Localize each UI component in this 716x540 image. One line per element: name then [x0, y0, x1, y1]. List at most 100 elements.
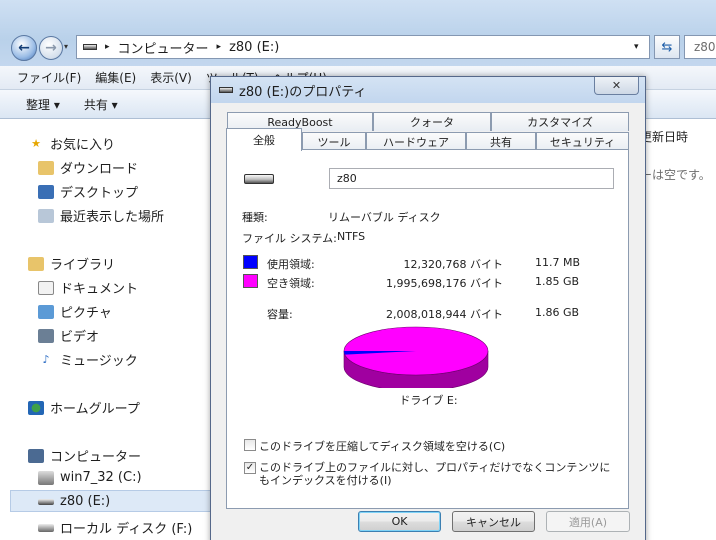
breadcrumb-drive[interactable]: z80 (E:) [229, 40, 279, 55]
desktop-icon [38, 184, 54, 199]
nav-documents[interactable]: ドキュメント [38, 278, 138, 297]
local-disk-icon [38, 523, 54, 532]
column-header-modified-date[interactable]: 更新日時 [640, 128, 688, 145]
address-bar[interactable]: ▸ コンピューター ▸ z80 (E:) [76, 35, 650, 59]
nav-label: デスクトップ [60, 186, 139, 201]
nav-label: win7_32 (C:) [60, 470, 142, 485]
recent-pages-dropdown-icon[interactable]: ▾ [64, 42, 68, 51]
nav-label: ダウンロード [60, 162, 139, 177]
separator [239, 297, 612, 298]
videos-icon [38, 328, 54, 343]
compress-checkbox[interactable] [244, 439, 256, 451]
address-dropdown-icon[interactable]: ▾ [634, 42, 639, 52]
free-space-size: 1.85 GB [535, 275, 580, 288]
nav-drive-e[interactable]: z80 (E:) [38, 494, 110, 509]
dialog-title: z80 (E:)のプロパティ [239, 84, 367, 100]
capacity-bytes: 2,008,018,944 バイト [386, 308, 503, 321]
refresh-button[interactable]: ⇆ [654, 35, 680, 59]
pictures-icon [38, 304, 54, 319]
separator [239, 409, 612, 410]
properties-dialog: z80 (E:)のプロパティ ✕ ReadyBoost クォータ カスタマイズ … [210, 76, 646, 540]
nav-recent-places[interactable]: 最近表示した場所 [38, 206, 164, 225]
nav-label: ビデオ [60, 330, 100, 345]
nav-libraries[interactable]: ライブラリ [28, 254, 115, 273]
apply-button[interactable]: 適用(A) [546, 511, 630, 532]
breadcrumb-separator[interactable]: ▸ [217, 42, 222, 52]
back-arrow-icon: ← [18, 40, 30, 56]
tab-customize[interactable]: カスタマイズ [491, 112, 629, 131]
used-space-bytes: 12,320,768 バイト [403, 258, 503, 271]
free-space-label: 空き領域: [267, 277, 315, 290]
nav-label: ライブラリ [50, 258, 116, 273]
used-space-swatch [243, 255, 258, 269]
menu-file[interactable]: ファイル(F) [17, 69, 81, 86]
nav-downloads[interactable]: ダウンロード [38, 158, 138, 177]
menu-view[interactable]: 表示(V) [150, 69, 192, 86]
nav-label: ミュージック [60, 354, 138, 369]
nav-label: ローカル ディスク (F:) [60, 522, 193, 537]
close-button[interactable]: ✕ [594, 77, 639, 95]
homegroup-icon [28, 400, 44, 415]
type-value: リムーバブル ディスク [328, 211, 441, 224]
nav-desktop[interactable]: デスクトップ [38, 182, 138, 201]
forward-arrow-icon: → [45, 40, 57, 56]
drive-icon [83, 44, 97, 50]
nav-videos[interactable]: ビデオ [38, 326, 99, 345]
separator [239, 247, 612, 248]
documents-icon [38, 280, 54, 295]
forward-button[interactable]: → [39, 36, 63, 60]
system-drive-icon [38, 470, 54, 485]
used-space-label: 使用領域: [267, 258, 315, 271]
index-checkbox[interactable]: ✓ [244, 462, 256, 474]
organize-button[interactable]: 整理 ▾ [26, 96, 60, 113]
share-button[interactable]: 共有 ▾ [84, 96, 118, 113]
nav-label: ドキュメント [60, 282, 139, 297]
nav-label: コンピューター [50, 450, 142, 465]
nav-computer[interactable]: コンピューター [28, 446, 141, 465]
back-button[interactable]: ← [11, 35, 37, 61]
search-input[interactable]: z80 [684, 35, 716, 59]
file-system-label: ファイル システム: [242, 232, 337, 245]
removable-drive-icon [38, 498, 54, 505]
free-space-swatch [243, 274, 258, 288]
empty-folder-message: ーは空です。 [640, 168, 711, 182]
nav-homegroup[interactable]: ホームグループ [28, 398, 140, 417]
nav-music[interactable]: ♪ ミュージック [38, 350, 138, 370]
refresh-icon: ⇆ [661, 39, 673, 55]
computer-icon [28, 448, 44, 463]
drive-label: ドライブ E: [399, 394, 458, 407]
nav-label: z80 (E:) [60, 494, 111, 509]
nav-pictures[interactable]: ピクチャ [38, 302, 112, 321]
ok-button[interactable]: OK [358, 511, 441, 532]
nav-label: 最近表示した場所 [60, 210, 165, 225]
type-label: 種類: [242, 211, 268, 224]
close-icon: ✕ [611, 79, 622, 92]
tab-quota[interactable]: クォータ [373, 112, 491, 131]
drive-icon [219, 87, 233, 93]
free-space-bytes: 1,995,698,176 バイト [386, 277, 503, 290]
nav-label: ホームグループ [50, 402, 140, 417]
menu-edit[interactable]: 編集(E) [95, 69, 136, 86]
music-note-icon: ♪ [42, 352, 50, 366]
recent-places-icon [38, 208, 54, 223]
index-label[interactable]: このドライブ上のファイルに対し、プロパティだけでなくコンテンツにもインデックスを… [259, 461, 611, 487]
tab-general[interactable]: 全般 [226, 128, 302, 151]
capacity-label: 容量: [267, 308, 293, 321]
breadcrumb-separator[interactable]: ▸ [105, 42, 110, 52]
library-icon [28, 256, 44, 271]
disk-usage-pie-chart [343, 326, 489, 388]
downloads-folder-icon [38, 160, 54, 175]
nav-drive-f[interactable]: ローカル ディスク (F:) [38, 518, 192, 537]
navigation-pane: ★ お気に入り ダウンロード デスクトップ 最近表示した場所 ライブラリ ドキュメ… [0, 120, 218, 540]
volume-name-input[interactable]: z80 [329, 168, 614, 189]
nav-label: ピクチャ [60, 306, 112, 321]
dialog-title-bar[interactable]: z80 (E:)のプロパティ [211, 77, 645, 103]
nav-favorites[interactable]: ★ お気に入り [28, 134, 115, 154]
cancel-button[interactable]: キャンセル [452, 511, 535, 532]
nav-drive-c[interactable]: win7_32 (C:) [38, 470, 142, 485]
star-icon: ★ [31, 136, 41, 150]
compress-label[interactable]: このドライブを圧縮してディスク領域を空ける(C) [259, 438, 505, 454]
general-tab-panel: z80 種類: リムーバブル ディスク ファイル システム: NTFS 使用領域… [226, 149, 629, 509]
breadcrumb-computer[interactable]: コンピューター [118, 38, 209, 57]
file-system-value: NTFS [337, 230, 366, 243]
